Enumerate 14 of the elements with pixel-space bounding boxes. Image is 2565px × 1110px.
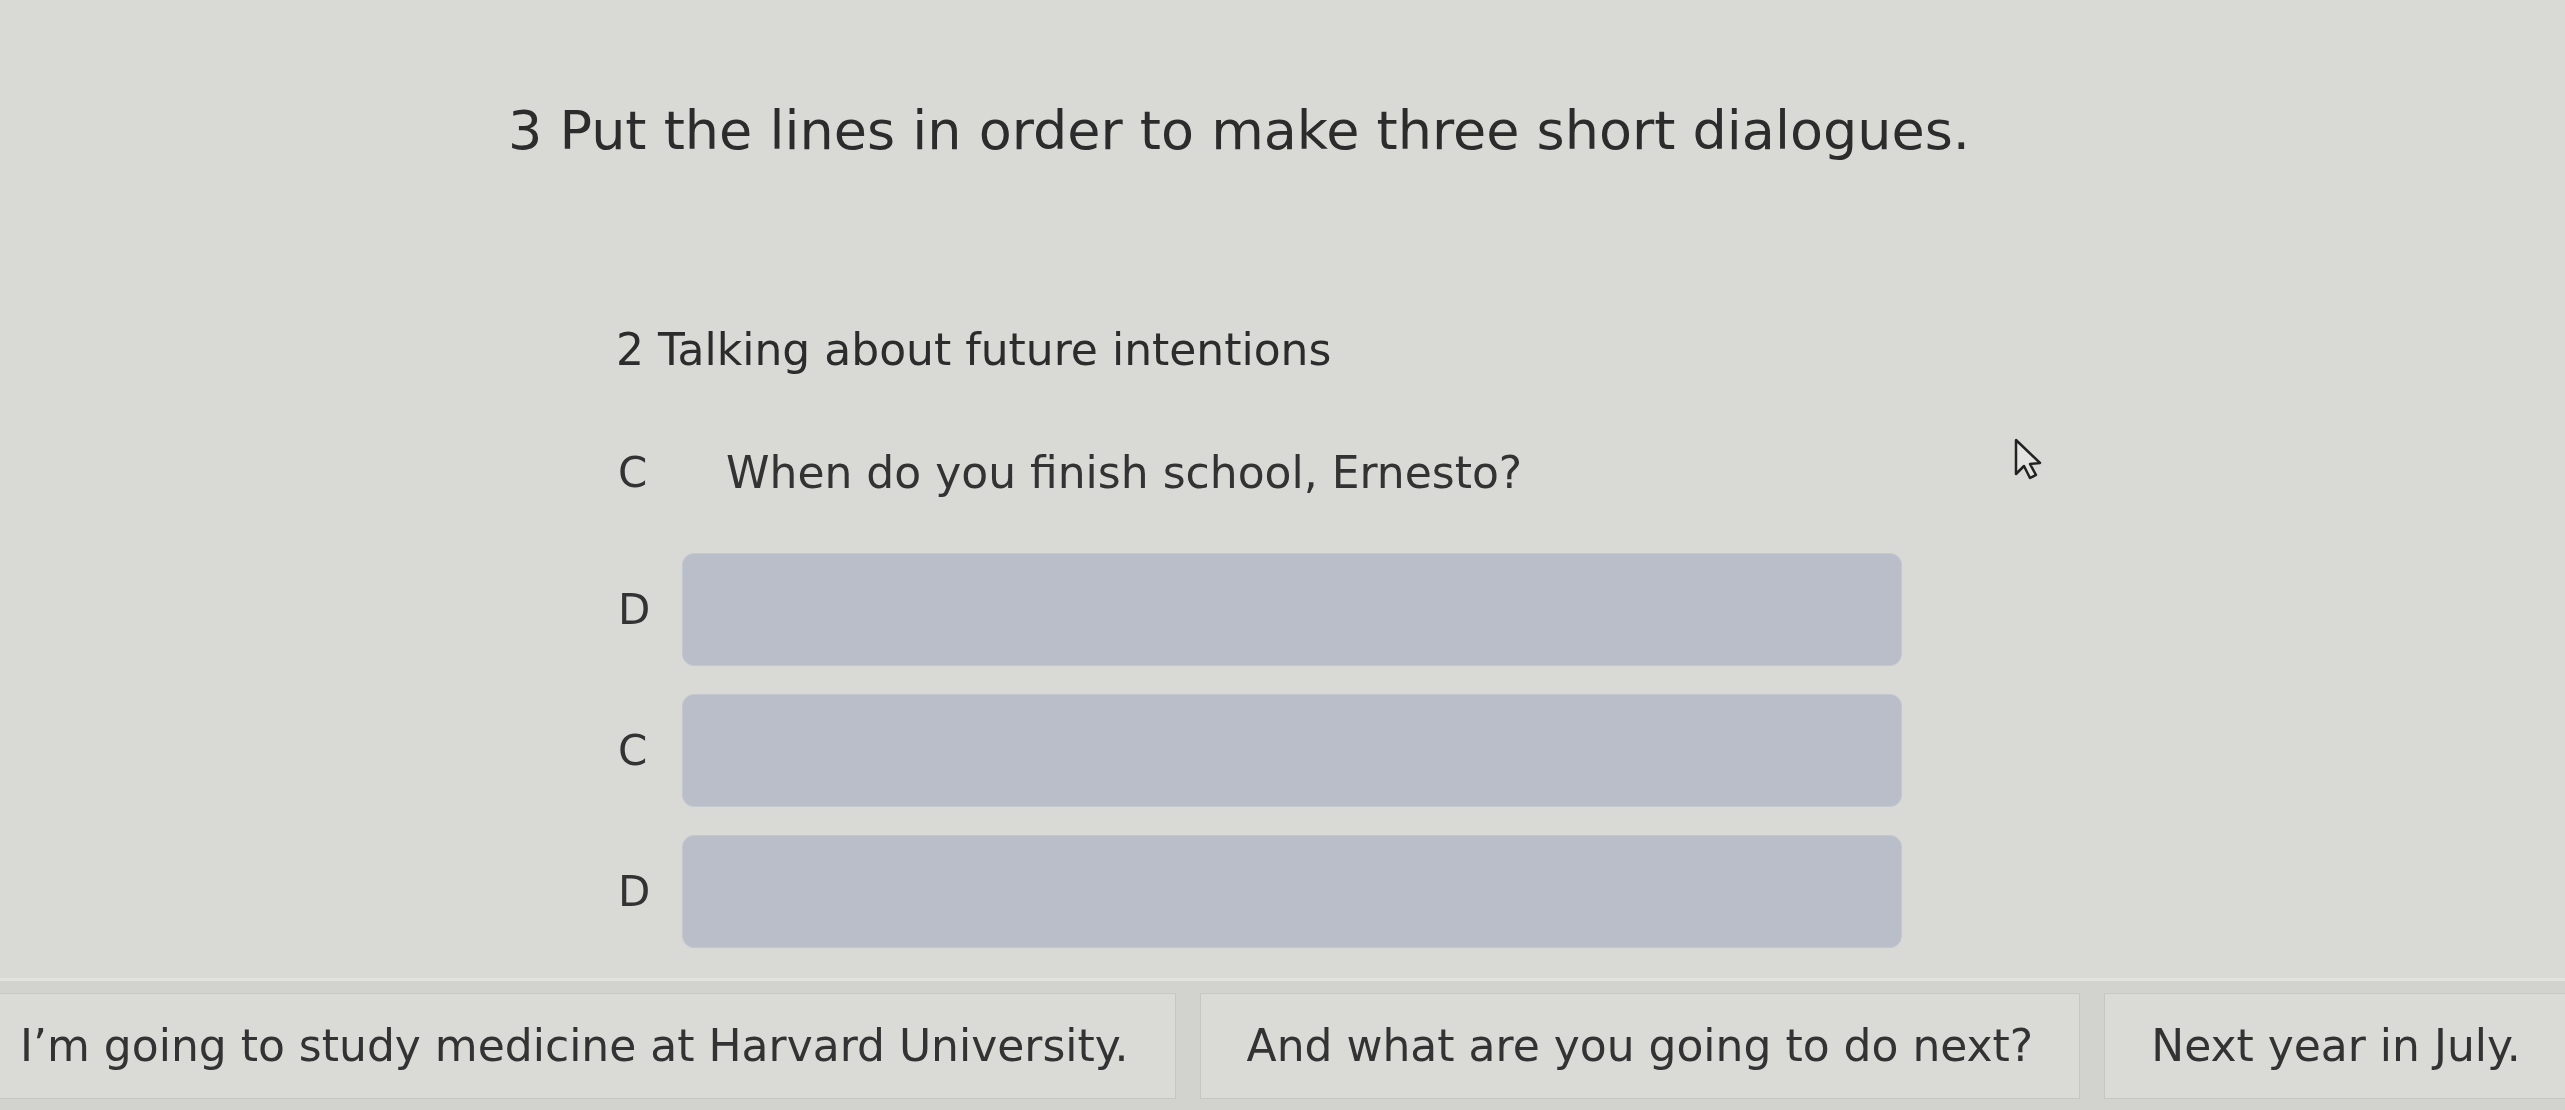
answer-option[interactable]: I’m going to study medicine at Harvard University. (0, 992, 1176, 1099)
speaker-label: D (617, 866, 651, 917)
dialogue-line: When do you finish school, Ernesto? (725, 446, 1523, 499)
mouse-pointer-icon (2014, 438, 2042, 480)
answer-option[interactable]: And what are you going to do next? (1199, 992, 2081, 1099)
section-heading: 2 Talking about future intentions (616, 324, 1333, 376)
speaker-label: C (617, 447, 648, 498)
speaker-label: C (617, 725, 648, 776)
answer-box[interactable] (682, 835, 1902, 948)
answer-option[interactable]: Next year in July. (2104, 992, 2565, 1099)
answer-box[interactable] (682, 694, 1902, 807)
answer-box[interactable] (682, 553, 1902, 666)
exercise-title: 3 Put the lines in order to make three short dialogues. (508, 98, 1970, 164)
speaker-label: D (617, 584, 651, 635)
